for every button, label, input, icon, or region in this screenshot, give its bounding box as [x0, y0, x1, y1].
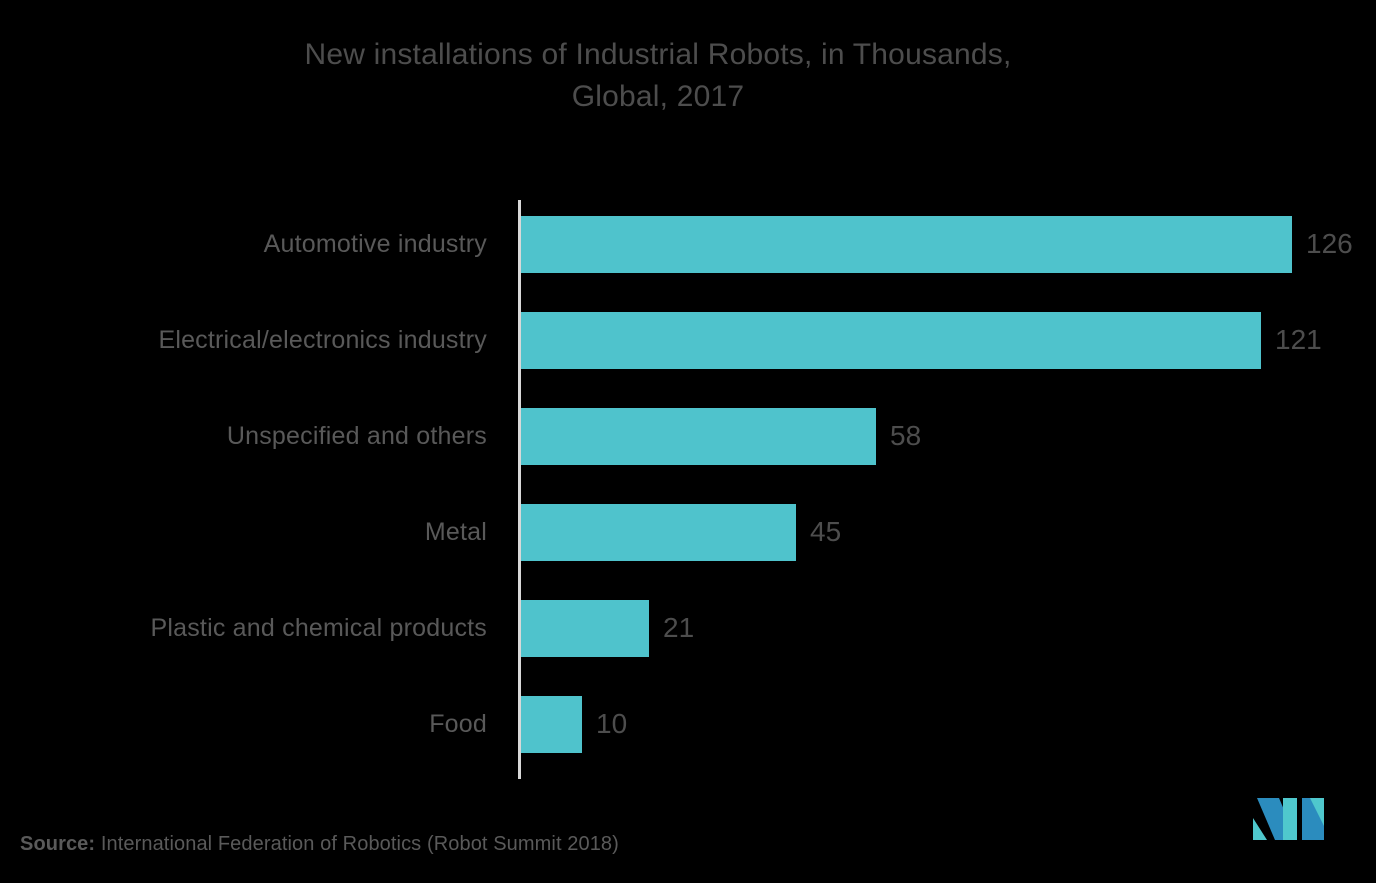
- bar[interactable]: [521, 407, 876, 465]
- bar-group: 21: [521, 580, 694, 676]
- bar-row: Unspecified and others 58: [0, 388, 1376, 484]
- bar-row: Plastic and chemical products 21: [0, 580, 1376, 676]
- bar-row: Automotive industry 126: [0, 196, 1376, 292]
- bar-value-label: 126: [1306, 228, 1353, 259]
- chart-title: New installations of Industrial Robots, …: [304, 38, 1012, 113]
- category-label: Metal: [424, 517, 487, 546]
- bar-row: Metal 45: [0, 484, 1376, 580]
- plot-area: Automotive industry 126 Electrical/elect…: [0, 196, 1376, 780]
- bar-row: Electrical/electronics industry 121: [0, 292, 1376, 388]
- category-label: Unspecified and others: [226, 421, 487, 450]
- category-label: Automotive industry: [263, 229, 487, 258]
- bar[interactable]: [521, 599, 649, 657]
- bar[interactable]: [521, 503, 796, 561]
- bar-group: 126: [521, 196, 1353, 292]
- chart-container: New installations of Industrial Robots, …: [0, 0, 1376, 883]
- bar-value-label: 10: [596, 708, 628, 739]
- category-label: Electrical/electronics industry: [158, 325, 487, 354]
- bar-value-label: 58: [890, 420, 922, 451]
- mordor-intelligence-logo-icon: [1253, 798, 1325, 840]
- bar-group: 58: [521, 388, 921, 484]
- bar-row: Food 10: [0, 676, 1376, 772]
- source-label: Source:: [20, 833, 96, 855]
- bar-group: 45: [521, 484, 841, 580]
- bar-group: 121: [521, 292, 1322, 388]
- category-label: Food: [429, 709, 487, 738]
- source-note: Source: International Federation of Robo…: [20, 833, 619, 856]
- bar-value-label: 21: [663, 612, 695, 643]
- bar-group: 10: [521, 676, 627, 772]
- bar-value-label: 45: [810, 516, 842, 547]
- bar-value-label: 121: [1275, 324, 1322, 355]
- bar[interactable]: [521, 215, 1292, 273]
- bar[interactable]: [521, 311, 1261, 369]
- bar[interactable]: [521, 695, 582, 753]
- category-label: Plastic and chemical products: [150, 613, 487, 642]
- source-text: International Federation of Robotics (Ro…: [95, 833, 619, 855]
